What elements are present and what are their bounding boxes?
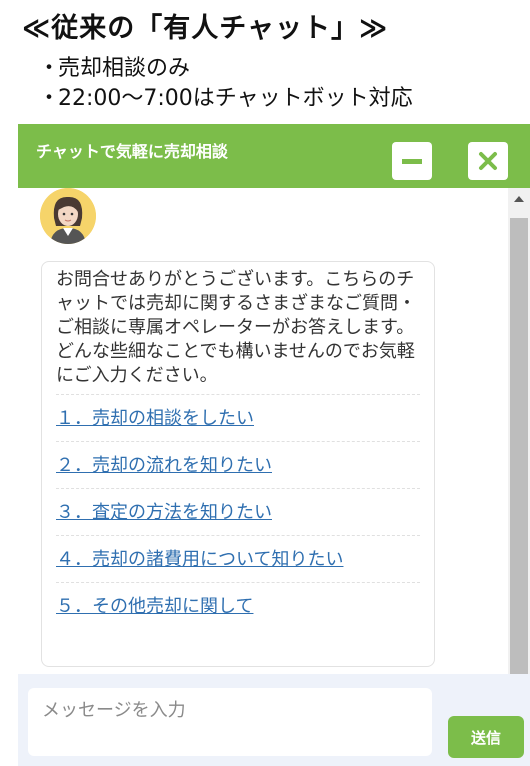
option-link[interactable]: ５．その他売却に関して [56,582,420,629]
input-area: 送信 [18,674,530,766]
bullet-mark: ・ [38,86,61,111]
minimize-button[interactable] [392,142,432,180]
bullet-text: 22:00〜7:00はチャットボット対応 [58,86,413,111]
option-label[interactable]: １．売却の相談をしたい [56,408,254,429]
operator-message-text: お問合せありがとうございます。こちらのチャットでは売却に関するさまざまなご質問・… [56,269,416,386]
bullet-item: ・22:00〜7:00はチャットボット対応 [38,84,413,114]
chat-title: チャットで気軽に売却相談 [36,142,228,161]
chat-body[interactable]: お問合せありがとうございます。こちらのチャットでは売却に関するさまざまなご質問・… [18,188,530,674]
chat-window: チャットで気軽に売却相談 お問合せありがとうございます。こちらのチャットでは売却… [18,124,530,766]
option-list: １．売却の相談をしたい ２．売却の流れを知りたい ３．査定の方法を知りたい ４．… [56,394,420,629]
close-button[interactable] [468,142,508,180]
bullet-list: ・売却相談のみ ・22:00〜7:00はチャットボット対応 [38,54,413,114]
option-link[interactable]: ３．査定の方法を知りたい [56,488,420,535]
option-label[interactable]: ２．売却の流れを知りたい [56,455,272,476]
option-link[interactable]: １．売却の相談をしたい [56,394,420,441]
scroll-up-icon[interactable] [514,196,524,202]
message-input[interactable] [28,688,432,756]
chat-header: チャットで気軽に売却相談 [18,124,530,188]
send-button[interactable]: 送信 [448,716,524,758]
scroll-thumb[interactable] [510,218,528,674]
bullet-text: 売却相談のみ [58,56,191,81]
close-icon [479,152,497,170]
operator-avatar [40,188,96,244]
bullet-item: ・売却相談のみ [38,54,413,84]
option-link[interactable]: ２．売却の流れを知りたい [56,441,420,488]
chat-scrollbar[interactable] [508,188,530,674]
bullet-mark: ・ [38,56,61,81]
minus-icon [402,159,422,164]
operator-message-bubble: お問合せありがとうございます。こちらのチャットでは売却に関するさまざまなご質問・… [41,261,435,667]
option-label[interactable]: ３．査定の方法を知りたい [56,502,272,523]
option-label[interactable]: ５．その他売却に関して [56,596,253,617]
option-link[interactable]: ４．売却の諸費用について知りたい [56,535,420,582]
option-label[interactable]: ４．売却の諸費用について知りたい [56,549,343,570]
page-title: ≪従来の「有人チャット」≫ [22,13,389,44]
